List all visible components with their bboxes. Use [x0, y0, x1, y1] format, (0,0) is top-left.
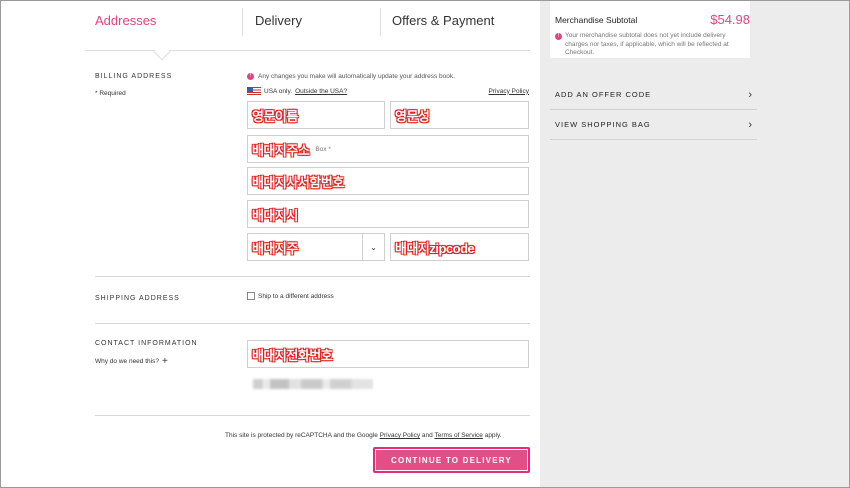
terms-of-service-link[interactable]: Terms of Service	[434, 432, 482, 439]
subtotal-label: Merchandise Subtotal	[555, 15, 638, 25]
usa-only-label: USA only.	[264, 87, 293, 95]
zip-value: 배대지zipcode	[395, 240, 475, 256]
chevron-right-icon: ›	[748, 88, 752, 101]
address-line1-hint: Box *	[315, 145, 331, 153]
apply-text: apply.	[484, 432, 502, 439]
country-row: USA only. Outside the USA? Privacy Polic…	[247, 87, 529, 95]
recaptcha-notice: This site is protected by reCAPTCHA and …	[225, 432, 502, 439]
google-privacy-link[interactable]: Privacy Policy	[380, 432, 420, 439]
privacy-policy-link[interactable]: Privacy Policy	[489, 88, 529, 95]
last-name-field[interactable]: 영문성	[390, 101, 529, 129]
checkout-tabs: Addresses Delivery Offers & Payment	[85, 0, 530, 38]
subtotal-card: Merchandise Subtotal $54.98 ! Your merch…	[550, 0, 750, 58]
info-icon: !	[247, 73, 254, 80]
plus-icon: +	[161, 356, 168, 367]
recaptcha-text: This site is protected by reCAPTCHA and …	[225, 432, 378, 439]
add-offer-code-link[interactable]: ADD AN OFFER CODE ›	[550, 80, 757, 110]
info-icon: !	[555, 33, 562, 40]
continue-to-delivery-button[interactable]: CONTINUE TO DELIVERY	[376, 450, 527, 470]
zip-field[interactable]: 배대지zipcode	[390, 233, 529, 261]
notice-text: Any changes you make will automatically …	[258, 73, 455, 80]
city-field[interactable]: 배대지시	[247, 200, 529, 228]
us-flag-icon	[247, 87, 261, 95]
why-need-this-link[interactable]: Why do we need this? +	[95, 356, 168, 367]
section-divider	[95, 323, 530, 324]
address-line1-field[interactable]: 배대지주소 Box *	[247, 135, 529, 163]
phone-value: 배대지전화번호	[252, 347, 333, 363]
state-value: 배대지주	[252, 240, 298, 256]
why-need-this-label: Why do we need this?	[95, 358, 159, 365]
state-select[interactable]: 배대지주 ⌄	[247, 233, 385, 261]
billing-address-title: BILLING ADDRESS	[95, 73, 173, 80]
tab-offers-payment[interactable]: Offers & Payment	[392, 0, 494, 38]
required-note: * Required	[95, 90, 126, 97]
phone-field[interactable]: 배대지전화번호	[247, 340, 529, 368]
order-summary-panel: Merchandise Subtotal $54.98 ! Your merch…	[540, 0, 850, 488]
subtotal-value: $54.98	[710, 12, 750, 27]
ship-different-checkbox[interactable]: Ship to a different address	[247, 292, 334, 300]
subtotal-note-text: Your merchandise subtotal does not yet i…	[565, 32, 729, 56]
address-line1-value: 배대지주소	[252, 142, 310, 158]
view-shopping-bag-link[interactable]: VIEW SHOPPING BAG ›	[550, 110, 757, 140]
add-offer-code-label: ADD AN OFFER CODE	[555, 90, 652, 99]
view-shopping-bag-label: VIEW SHOPPING BAG	[555, 120, 651, 129]
tab-divider	[380, 8, 381, 36]
first-name-value: 영문이름	[252, 108, 298, 124]
section-divider	[95, 415, 530, 416]
first-name-field[interactable]: 영문이름	[247, 101, 385, 129]
contact-info-title: CONTACT INFORMATION	[95, 340, 198, 347]
and-text: and	[421, 432, 433, 439]
city-value: 배대지시	[252, 207, 298, 223]
outside-usa-link[interactable]: Outside the USA?	[295, 88, 347, 95]
address-book-notice: ! Any changes you make will automaticall…	[247, 73, 455, 80]
last-name-value: 영문성	[395, 108, 430, 124]
section-divider	[95, 276, 530, 277]
shipping-address-title: SHIPPING ADDRESS	[95, 295, 180, 302]
tabs-underline	[85, 50, 530, 51]
tab-addresses[interactable]: Addresses	[95, 0, 156, 38]
ship-different-label: Ship to a different address	[258, 292, 334, 300]
tab-divider	[242, 8, 243, 36]
address-line2-value: 배대지사서함번호	[252, 174, 344, 190]
tab-delivery[interactable]: Delivery	[255, 0, 302, 38]
chevron-down-icon[interactable]: ⌄	[362, 234, 384, 260]
blurred-email	[253, 379, 373, 389]
checkbox-box[interactable]	[247, 292, 255, 300]
active-tab-pointer	[153, 43, 171, 61]
chevron-right-icon: ›	[748, 118, 752, 131]
address-line2-field[interactable]: 배대지사서함번호	[247, 167, 529, 195]
subtotal-note: ! Your merchandise subtotal does not yet…	[555, 32, 750, 58]
